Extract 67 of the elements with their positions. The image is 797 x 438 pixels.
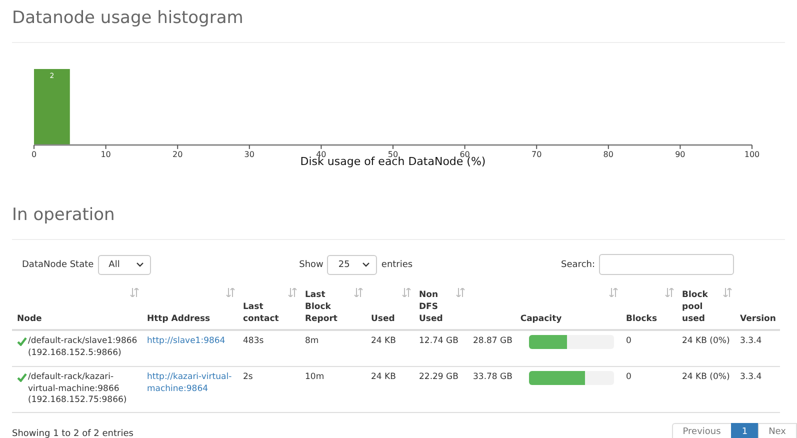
http-address-link[interactable]: http://kazari-virtual-machine:9864 xyxy=(147,372,234,395)
table-cell: 10m xyxy=(305,372,324,382)
sort-icon[interactable] xyxy=(226,288,235,297)
axis-tick-label: 40 xyxy=(316,150,326,159)
column-header[interactable]: Last contact xyxy=(243,301,288,325)
table-cell: 3.3.4 xyxy=(740,336,762,346)
sort-icon[interactable] xyxy=(609,288,618,297)
table-cell: 483s xyxy=(243,336,264,346)
sort-icon[interactable] xyxy=(456,288,465,297)
table-cell: 24 KB (0%) xyxy=(682,372,730,382)
pagination-button[interactable]: Nex xyxy=(758,422,797,438)
column-header[interactable]: Blocks xyxy=(626,313,666,325)
section-title: In operation xyxy=(11,204,116,227)
chevron-icon xyxy=(136,262,144,267)
node-name: /default-rack/kazari-virtual-machine:9866 (192.168.152.75:9866) xyxy=(28,372,128,406)
table-cell: 22.29 GB xyxy=(419,372,458,382)
pagination-button[interactable]: 1 xyxy=(730,422,759,438)
axis-tick-label: 20 xyxy=(172,150,183,159)
column-header[interactable]: Node xyxy=(17,313,130,325)
sort-icon[interactable] xyxy=(723,288,732,297)
table-cell: 28.87 GB xyxy=(473,336,512,346)
column-header[interactable]: Non DFS Used xyxy=(419,289,456,325)
sort-icon[interactable] xyxy=(288,288,297,297)
table-cell: 33.78 GB xyxy=(473,372,512,382)
search-field[interactable] xyxy=(599,254,734,275)
node-name: /default-rack/slave1:9866 (192.168.152.5:9866) xyxy=(28,336,138,359)
table-cell: 0 xyxy=(626,336,632,346)
column-header[interactable]: Used xyxy=(371,313,402,325)
table-cell: 8m xyxy=(305,336,319,346)
sort-icon[interactable] xyxy=(665,288,674,297)
section-title: Datanode usage histogram xyxy=(11,7,244,30)
page-size-dropdown[interactable]: 25 xyxy=(327,254,378,274)
column-header[interactable]: Capacity xyxy=(473,313,610,325)
show-label: Show xyxy=(299,260,324,270)
table-cell: 0 xyxy=(626,372,632,382)
axis-tick-label: 70 xyxy=(532,150,542,159)
axis-tick-label: 30 xyxy=(244,150,254,159)
sort-icon[interactable] xyxy=(130,288,139,297)
check-icon xyxy=(17,373,27,382)
pagination-button[interactable]: Previous xyxy=(672,422,732,438)
column-header[interactable]: Last Block Report xyxy=(305,289,354,325)
axis-tick-label: 100 xyxy=(744,150,760,159)
entries-info: Showing 1 to 2 of 2 entries xyxy=(12,428,134,438)
entries-label: entries xyxy=(381,260,413,270)
table-cell: 24 KB xyxy=(371,336,396,346)
column-header[interactable]: Version xyxy=(740,313,778,325)
axis-tick-label: 80 xyxy=(603,150,614,159)
axis-tick-label: 60 xyxy=(460,150,470,159)
axis-tick-label: 90 xyxy=(675,150,686,159)
axis-tick-label: 50 xyxy=(388,150,398,159)
table-cell: 12.74 GB xyxy=(419,336,458,346)
table-cell: 24 KB (0%) xyxy=(682,336,730,346)
sort-icon[interactable] xyxy=(402,288,411,297)
axis-tick-label: 10 xyxy=(100,150,111,159)
sort-icon[interactable] xyxy=(354,288,363,297)
axis-tick-label: 0 xyxy=(31,150,37,159)
http-address-link[interactable]: http://slave1:9864 xyxy=(147,336,234,348)
table-cell: 24 KB xyxy=(371,372,396,382)
table-cell: 3.3.4 xyxy=(740,372,762,382)
search-label: Search: xyxy=(561,260,595,270)
column-header[interactable]: Http Address xyxy=(147,313,226,325)
table-cell: 2s xyxy=(243,372,253,382)
state-dropdown[interactable]: All xyxy=(98,254,151,274)
check-icon xyxy=(17,337,27,346)
column-header[interactable]: Block pool used xyxy=(682,289,724,325)
chevron-icon xyxy=(362,262,370,267)
filter-label: DataNode State xyxy=(22,260,94,270)
